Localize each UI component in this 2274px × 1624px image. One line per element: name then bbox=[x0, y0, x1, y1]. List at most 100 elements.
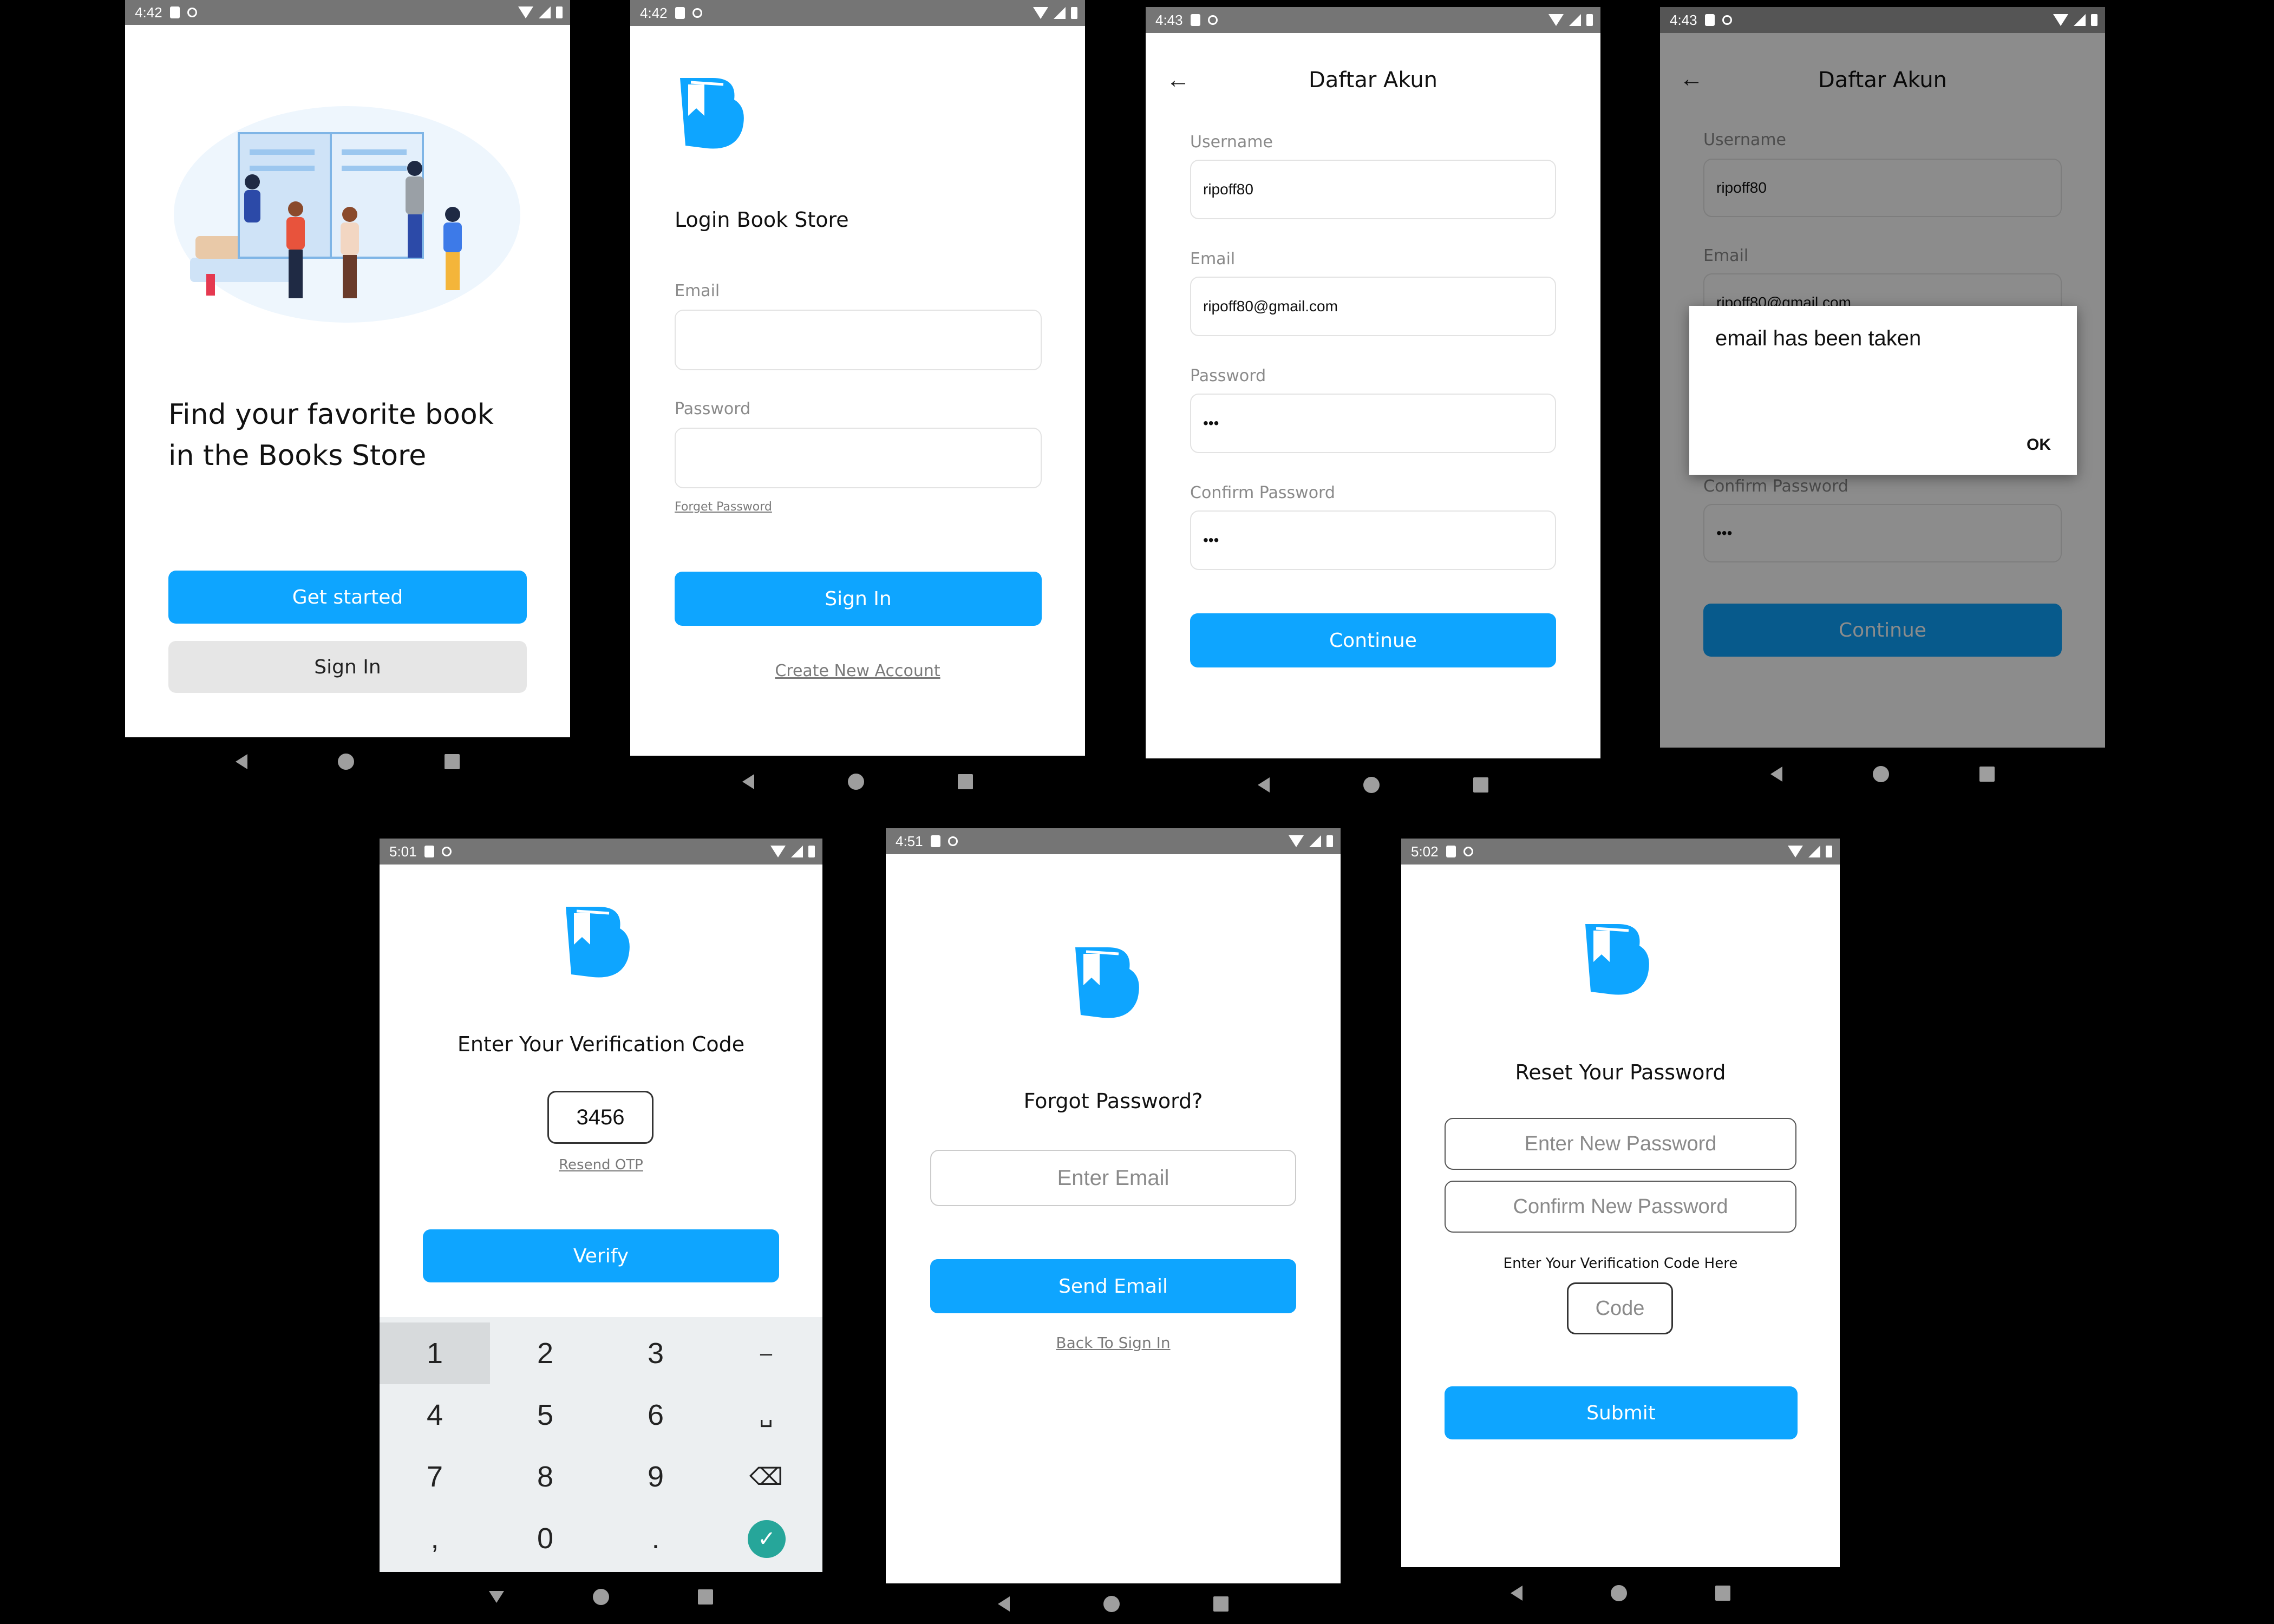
login-screen: Login Book Store Email Password Forget P… bbox=[630, 26, 1085, 756]
email-label: Email bbox=[1190, 250, 1236, 269]
key-2[interactable]: 2 bbox=[490, 1322, 600, 1384]
error-dialog: email has been taken OK bbox=[1689, 306, 2077, 475]
resend-otp-link[interactable]: Resend OTP bbox=[380, 1157, 822, 1173]
back-nav-icon[interactable] bbox=[997, 1596, 1010, 1612]
recents-nav-icon[interactable] bbox=[1979, 767, 1995, 782]
continue-button[interactable]: Continue bbox=[1190, 613, 1556, 667]
submit-button[interactable]: Submit bbox=[1445, 1386, 1798, 1439]
key-5[interactable]: 5 bbox=[490, 1384, 600, 1446]
status-bar: 4:42 bbox=[630, 0, 1085, 26]
sign-in-button[interactable]: Sign In bbox=[675, 572, 1042, 626]
android-nav-bar-4 bbox=[1660, 748, 2105, 800]
forgot-password-screen: Forgot Password? Enter Email Send Email … bbox=[886, 854, 1341, 1583]
username-input[interactable]: ripoff80 bbox=[1190, 160, 1556, 219]
code-input[interactable]: Code bbox=[1567, 1282, 1673, 1334]
key-0[interactable]: 0 bbox=[490, 1508, 600, 1569]
sync-icon bbox=[187, 8, 197, 17]
confirm-password-input[interactable]: Confirm New Password bbox=[1445, 1181, 1796, 1233]
phone-register: 4:43 ← Daftar Akun Username ripoff80 Ema… bbox=[1146, 7, 1600, 758]
key-minus[interactable]: – bbox=[711, 1322, 821, 1384]
confirm-password-placeholder: Confirm New Password bbox=[1513, 1195, 1728, 1218]
get-started-button[interactable]: Get started bbox=[168, 571, 527, 624]
key-space-icon[interactable]: ␣ bbox=[711, 1384, 821, 1446]
forgot-password-title: Forgot Password? bbox=[1023, 1089, 1203, 1113]
status-time: 4:43 bbox=[1155, 11, 1183, 28]
key-3[interactable]: 3 bbox=[600, 1322, 711, 1384]
create-account-link[interactable]: Create New Account bbox=[630, 662, 1085, 680]
back-nav-icon[interactable] bbox=[742, 774, 754, 789]
status-time: 5:02 bbox=[1411, 843, 1439, 860]
wifi-icon bbox=[770, 846, 786, 857]
hide-keyboard-icon[interactable] bbox=[489, 1591, 504, 1603]
key-4[interactable]: 4 bbox=[380, 1384, 490, 1446]
forget-password-link[interactable]: Forget Password bbox=[675, 500, 772, 514]
send-email-button[interactable]: Send Email bbox=[930, 1259, 1296, 1313]
sync-icon bbox=[441, 847, 452, 856]
password-input[interactable]: ••• bbox=[1190, 394, 1556, 453]
email-input[interactable] bbox=[675, 310, 1042, 370]
numeric-keyboard: 1 2 3 – 4 5 6 ␣ 7 8 9 ⌫ , 0 . ✓ bbox=[380, 1317, 822, 1572]
key-8[interactable]: 8 bbox=[490, 1446, 600, 1508]
key-period[interactable]: . bbox=[600, 1508, 711, 1569]
back-nav-icon[interactable] bbox=[235, 754, 247, 769]
reset-password-title: Reset Your Password bbox=[1515, 1060, 1726, 1084]
status-bar: 4:51 bbox=[886, 828, 1341, 854]
status-time: 4:51 bbox=[896, 833, 923, 849]
verify-button[interactable]: Verify bbox=[423, 1229, 779, 1282]
bookstore-logo-icon bbox=[1585, 924, 1649, 995]
phone-welcome: 4:42 Find your favorite book in the Book… bbox=[125, 0, 570, 737]
new-password-input[interactable]: Enter New Password bbox=[1445, 1118, 1796, 1170]
key-9[interactable]: 9 bbox=[600, 1446, 711, 1508]
wifi-icon bbox=[1033, 7, 1048, 19]
home-nav-icon[interactable] bbox=[1103, 1596, 1120, 1612]
email-input[interactable]: ripoff80@gmail.com bbox=[1190, 277, 1556, 336]
back-nav-icon[interactable] bbox=[1770, 767, 1782, 782]
back-to-sign-in-link[interactable]: Back To Sign In bbox=[886, 1334, 1341, 1352]
home-nav-icon[interactable] bbox=[593, 1589, 609, 1605]
signal-icon bbox=[1808, 846, 1820, 857]
home-nav-icon[interactable] bbox=[337, 754, 354, 770]
status-bar: 4:43 bbox=[1660, 7, 2105, 33]
key-6[interactable]: 6 bbox=[600, 1384, 711, 1446]
key-backspace-icon[interactable]: ⌫ bbox=[711, 1446, 821, 1508]
verification-title: Enter Your Verification Code bbox=[457, 1032, 745, 1056]
recents-nav-icon[interactable] bbox=[958, 774, 973, 789]
recents-nav-icon[interactable] bbox=[1715, 1586, 1731, 1601]
recents-nav-icon[interactable] bbox=[1473, 777, 1489, 793]
bookstore-logo-icon bbox=[680, 78, 744, 149]
recents-nav-icon[interactable] bbox=[445, 754, 460, 769]
home-nav-icon[interactable] bbox=[1363, 777, 1380, 793]
verification-code-input[interactable]: 3456 bbox=[547, 1091, 654, 1144]
signal-icon bbox=[2074, 14, 2086, 26]
key-7[interactable]: 7 bbox=[380, 1446, 490, 1508]
sign-in-button[interactable]: Sign In bbox=[168, 641, 527, 693]
register-screen: ← Daftar Akun Username ripoff80 Email ri… bbox=[1146, 33, 1600, 758]
recents-nav-icon[interactable] bbox=[698, 1589, 713, 1605]
battery-icon bbox=[1826, 846, 1832, 857]
status-bar: 4:42 bbox=[125, 0, 570, 25]
android-nav-bar-5 bbox=[380, 1572, 822, 1622]
battery-icon bbox=[1071, 7, 1077, 19]
key-comma[interactable]: , bbox=[380, 1508, 490, 1569]
key-done-icon[interactable]: ✓ bbox=[748, 1520, 786, 1558]
login-title: Login Book Store bbox=[675, 208, 849, 232]
password-input[interactable] bbox=[675, 428, 1042, 488]
back-nav-icon[interactable] bbox=[1257, 777, 1270, 793]
battery-icon bbox=[1327, 835, 1333, 847]
android-nav-bar-1 bbox=[125, 737, 570, 786]
home-nav-icon[interactable] bbox=[1872, 766, 1889, 782]
sync-icon bbox=[1722, 15, 1732, 25]
dialog-ok-button[interactable]: OK bbox=[2027, 436, 2051, 454]
email-input[interactable]: Enter Email bbox=[930, 1150, 1296, 1206]
key-1[interactable]: 1 bbox=[380, 1322, 490, 1384]
signal-icon bbox=[791, 846, 803, 857]
confirm-password-input[interactable]: ••• bbox=[1190, 510, 1556, 570]
password-label: Password bbox=[675, 400, 751, 418]
home-nav-icon[interactable] bbox=[1610, 1585, 1627, 1601]
back-nav-icon[interactable] bbox=[1510, 1586, 1522, 1601]
home-nav-icon[interactable] bbox=[847, 774, 864, 790]
status-bar: 5:02 bbox=[1401, 839, 1840, 865]
sync-icon bbox=[1463, 847, 1473, 856]
recents-nav-icon[interactable] bbox=[1213, 1596, 1229, 1612]
wifi-icon bbox=[1548, 14, 1564, 26]
